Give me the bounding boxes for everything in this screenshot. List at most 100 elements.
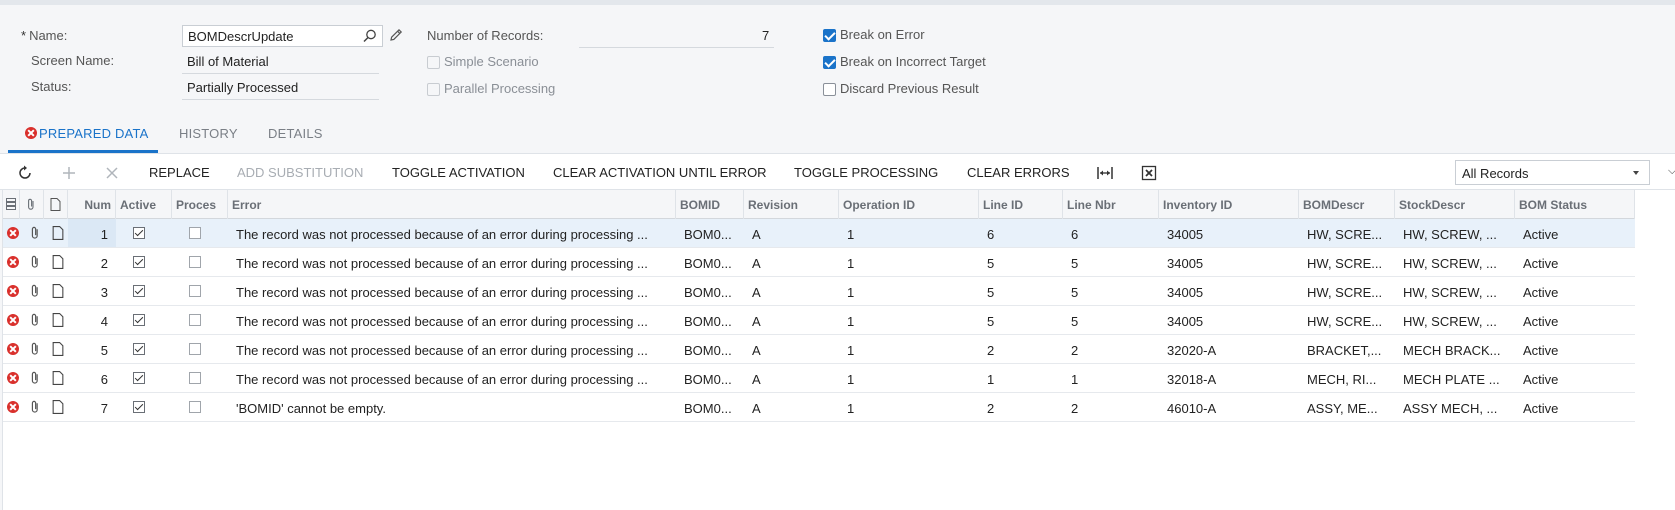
row-error-icon[interactable] [7,343,19,355]
column-header-line-id[interactable]: Line ID [979,190,1063,219]
cell-bom-status[interactable]: Active [1515,277,1635,305]
replace-button[interactable]: REPLACE [149,165,210,180]
column-header-active[interactable]: Active [116,190,172,219]
cell-stockdescr[interactable]: MECH PLATE ... [1395,364,1515,392]
cell-error[interactable]: The record was not processed because of … [228,335,676,363]
tab-prepared-data[interactable]: PREPARED DATA [25,126,149,141]
processed-checkbox[interactable] [189,227,201,239]
table-row[interactable]: 3 The record was not processed because of… [3,277,1635,306]
cell-num[interactable]: 2 [68,248,116,276]
cell-line-nbr[interactable]: 5 [1063,248,1159,276]
notes-header[interactable] [44,190,68,219]
cell-inventory-id[interactable]: 32018-A [1159,364,1299,392]
name-selector[interactable]: BOMDescrUpdate [182,25,383,47]
paperclip-icon[interactable] [29,371,41,385]
cell-active[interactable] [133,306,153,334]
tab-history[interactable]: HISTORY [179,126,238,141]
cell-active[interactable] [133,248,153,276]
cell-processed[interactable] [189,364,209,392]
paperclip-icon[interactable] [29,255,41,269]
cell-bom-status[interactable]: Active [1515,248,1635,276]
cell-operation-id[interactable]: 1 [839,335,979,363]
document-icon[interactable] [52,371,64,385]
table-row[interactable]: 6 The record was not processed because of… [3,364,1635,393]
active-checkbox[interactable] [133,256,145,268]
cell-bomid[interactable]: BOM0... [676,277,744,305]
document-icon[interactable] [52,255,64,269]
cell-stockdescr[interactable]: HW, SCREW, ... [1395,248,1515,276]
cell-line-nbr[interactable]: 2 [1063,335,1159,363]
cell-stockdescr[interactable]: HW, SCREW, ... [1395,306,1515,334]
table-row[interactable]: 4 The record was not processed because of… [3,306,1635,335]
break-on-error-checkbox[interactable] [823,29,836,42]
paperclip-icon[interactable] [29,313,41,327]
cell-revision[interactable]: A [744,335,839,363]
cell-revision[interactable]: A [744,306,839,334]
cell-error[interactable]: The record was not processed because of … [228,219,676,247]
active-checkbox[interactable] [133,401,145,413]
document-icon[interactable] [52,226,64,240]
document-icon[interactable] [52,313,64,327]
processed-checkbox[interactable] [189,256,201,268]
cell-bom-status[interactable]: Active [1515,364,1635,392]
column-header-stockdescr[interactable]: StockDescr [1395,190,1515,219]
column-header-revision[interactable]: Revision [744,190,839,219]
cell-revision[interactable]: A [744,248,839,276]
cell-revision[interactable]: A [744,277,839,305]
cell-num[interactable]: 6 [68,364,116,392]
cell-line-nbr[interactable]: 6 [1063,219,1159,247]
column-header-bom-status[interactable]: BOM Status [1515,190,1635,219]
row-error-icon[interactable] [7,372,19,384]
cell-inventory-id[interactable]: 34005 [1159,306,1299,334]
cell-revision[interactable]: A [744,219,839,247]
document-icon[interactable] [52,342,64,356]
cell-bomdescr[interactable]: HW, SCRE... [1299,248,1395,276]
cell-processed[interactable] [189,306,209,334]
column-header-inventory-id[interactable]: Inventory ID [1159,190,1299,219]
cell-line-id[interactable]: 6 [979,219,1063,247]
cell-bomid[interactable]: BOM0... [676,393,744,421]
clear-errors-button[interactable]: CLEAR ERRORS [967,165,1070,180]
cell-inventory-id[interactable]: 34005 [1159,219,1299,247]
cell-line-nbr[interactable]: 5 [1063,306,1159,334]
cell-num[interactable]: 3 [68,277,116,305]
search-icon[interactable] [362,28,378,44]
paperclip-icon[interactable] [29,226,41,240]
break-on-incorrect-target-checkbox[interactable] [823,56,836,69]
cell-stockdescr[interactable]: HW, SCREW, ... [1395,277,1515,305]
edit-pencil-icon[interactable] [388,27,404,43]
processed-checkbox[interactable] [189,343,201,355]
cell-error[interactable]: The record was not processed because of … [228,277,676,305]
column-header-bomid[interactable]: BOMID [676,190,744,219]
cell-bomid[interactable]: BOM0... [676,364,744,392]
cell-inventory-id[interactable]: 32020-A [1159,335,1299,363]
column-header-processed[interactable]: Proces [172,190,228,219]
row-error-icon[interactable] [7,227,19,239]
cell-active[interactable] [133,393,153,421]
cell-bomid[interactable]: BOM0... [676,219,744,247]
cell-revision[interactable]: A [744,393,839,421]
table-row[interactable]: 1 The record was not processed because of… [3,219,1635,248]
parallel-processing-checkbox[interactable] [427,83,440,96]
row-error-icon[interactable] [7,285,19,297]
table-row[interactable]: 2 The record was not processed because of… [3,248,1635,277]
cell-bom-status[interactable]: Active [1515,306,1635,334]
cell-line-id[interactable]: 2 [979,393,1063,421]
document-icon[interactable] [52,400,64,414]
toggle-activation-button[interactable]: TOGGLE ACTIVATION [392,165,525,180]
records-filter-select[interactable]: All Records [1455,160,1650,185]
cell-bomid[interactable]: BOM0... [676,335,744,363]
cell-bomdescr[interactable]: HW, SCRE... [1299,277,1395,305]
cell-revision[interactable]: A [744,364,839,392]
cell-line-id[interactable]: 5 [979,248,1063,276]
row-error-icon[interactable] [7,314,19,326]
active-checkbox[interactable] [133,285,145,297]
column-header-bomdescr[interactable]: BOMDescr [1299,190,1395,219]
column-header-error[interactable]: Error [228,190,676,219]
cell-line-id[interactable]: 5 [979,306,1063,334]
cell-line-nbr[interactable]: 1 [1063,364,1159,392]
column-header-operation-id[interactable]: Operation ID [839,190,979,219]
table-row[interactable]: 7 'BOMID' cannot be empty. BOM0... A 1 2 2 4601… [3,393,1635,422]
table-row[interactable]: 5 The record was not processed because of… [3,335,1635,364]
processed-checkbox[interactable] [189,285,201,297]
